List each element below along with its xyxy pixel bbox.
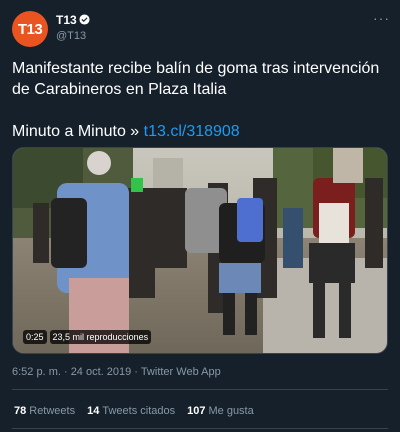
avatar-logo-text: T13 [17, 20, 43, 38]
retweets-label: Retweets [29, 405, 76, 417]
video-view-count: 23,5 mil reproducciones [49, 330, 152, 344]
tweet-text: Manifestante recibe balín de goma tras i… [12, 60, 380, 98]
divider [12, 389, 388, 390]
engagement-stats: 78 Retweets 14 Tweets citados 107 Me gusta [14, 405, 254, 417]
video-player[interactable]: 0:25 23,5 mil reproducciones [12, 147, 388, 354]
retweets-stat[interactable]: 78 Retweets [14, 405, 75, 417]
video-frame [13, 148, 387, 353]
video-badges: 0:25 23,5 mil reproducciones [23, 330, 152, 344]
tweet-timestamp[interactable]: 6:52 p. m. · 24 oct. 2019 · Twitter Web … [12, 366, 221, 378]
video-duration: 0:25 [23, 330, 47, 344]
more-options-icon[interactable]: ··· [373, 10, 390, 26]
author-name[interactable]: T13 [56, 13, 77, 27]
tweet-link[interactable]: t13.cl/318908 [144, 123, 240, 140]
quote-tweets-count: 14 [87, 405, 100, 417]
quote-tweets-stat[interactable]: 14 Tweets citados [87, 405, 175, 417]
likes-count: 107 [187, 405, 206, 417]
tweet-cta: Minuto a Minuto » t13.cl/318908 [12, 121, 388, 142]
tweet-body: Manifestante recibe balín de goma tras i… [12, 58, 388, 142]
verified-badge-icon [79, 14, 90, 25]
author-handle[interactable]: @T13 [56, 30, 86, 42]
retweets-count: 78 [14, 405, 27, 417]
likes-stat[interactable]: 107 Me gusta [187, 405, 254, 417]
avatar[interactable]: T13 [12, 11, 48, 47]
cta-prefix: Minuto a Minuto » [12, 123, 144, 140]
quote-tweets-label: Tweets citados [102, 405, 176, 417]
likes-label: Me gusta [208, 405, 254, 417]
divider [12, 428, 388, 429]
